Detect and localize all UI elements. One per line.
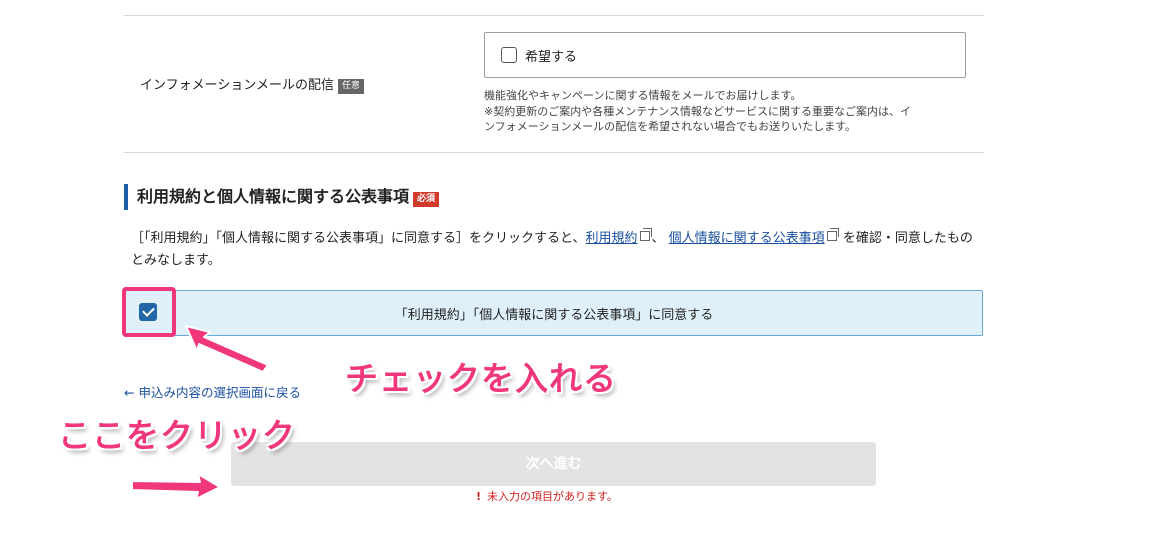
privacy-link[interactable]: 個人情報に関する公表事項: [669, 231, 825, 246]
info-mail-checkbox-option[interactable]: 希望する: [484, 32, 966, 78]
terms-description: ［「利用規約」「個人情報に関する公表事項」に同意する］をクリックすると、利用規約…: [131, 228, 976, 272]
external-link-icon: [826, 228, 839, 241]
info-mail-note-line: ンフォメーションメールの配信を希望されない場合でもお送りいたします。: [484, 120, 857, 133]
info-mail-note-line: 機能強化やキャンペーンに関する情報をメールでお届けします。: [484, 89, 802, 102]
info-mail-row-label: インフォメーションメールの配信 任意: [140, 74, 364, 94]
checkbox-highlight-frame: [122, 287, 176, 337]
optional-badge: 任意: [337, 79, 364, 94]
terms-link[interactable]: 利用規約: [585, 231, 637, 246]
terms-desc-before: ［「利用規約」「個人情報に関する公表事項」に同意する］をクリックすると、: [131, 231, 586, 246]
back-link[interactable]: ← 申込み内容の選択画面に戻る: [124, 382, 301, 401]
info-mail-label: インフォメーションメールの配信: [140, 78, 334, 93]
terms-section-heading: 利用規約と個人情報に関する公表事項 必須: [124, 184, 440, 210]
click-instruction-annotation: ここをクリック: [58, 416, 296, 455]
next-button[interactable]: 次へ進む: [231, 442, 876, 486]
info-mail-checkbox-label: 希望する: [525, 49, 578, 65]
section-divider: [124, 152, 984, 153]
external-link-icon: [639, 228, 652, 241]
agree-label: 「利用規約」「個人情報に関する公表事項」に同意する: [394, 308, 714, 323]
error-text: 未入力の項目があります。: [487, 490, 618, 503]
terms-section-title: 利用規約と個人情報に関する公表事項: [137, 187, 410, 206]
error-message: ! 未入力の項目があります。: [476, 488, 618, 504]
required-badge: 必須: [413, 192, 440, 207]
exclamation-icon: !: [476, 490, 482, 503]
terms-desc-sep: 、: [651, 231, 665, 246]
info-mail-checkbox[interactable]: [501, 47, 517, 63]
info-mail-note-line: ※契約更新のご案内や各種メンテナンス情報などサービスに関する重要なご案内は、イ: [484, 104, 911, 118]
info-mail-note: 機能強化やキャンペーンに関する情報をメールでお届けします。 ※契約更新のご案内や…: [484, 88, 974, 135]
check-instruction-annotation: チェックを入れる: [345, 359, 617, 398]
agree-checkbox-option[interactable]: 「利用規約」「個人情報に関する公表事項」に同意する: [125, 290, 983, 336]
top-divider: [124, 15, 984, 16]
arrow-icon: [131, 473, 221, 500]
